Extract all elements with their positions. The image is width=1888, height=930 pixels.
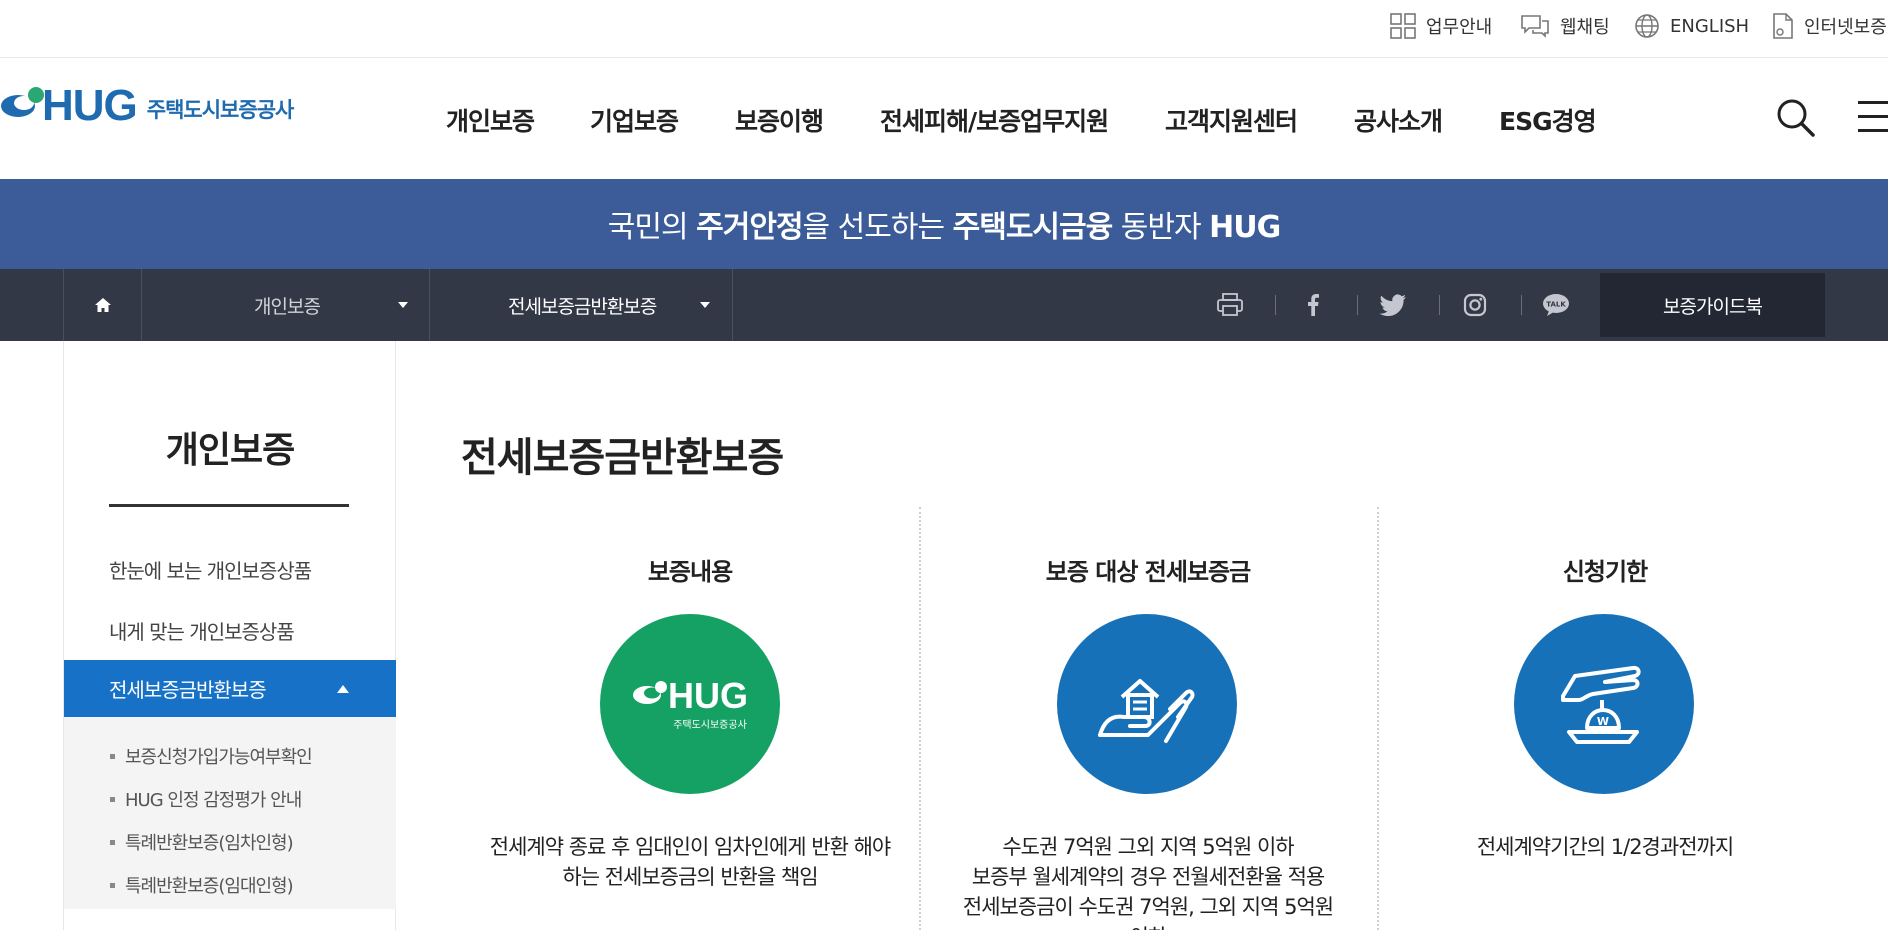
chevron-up-icon — [337, 685, 349, 693]
sns-separator — [1439, 295, 1440, 315]
sidebar-divider — [109, 504, 349, 507]
guidebook-button[interactable]: 보증가이드북 — [1600, 273, 1825, 337]
bullet-icon — [110, 753, 115, 759]
hamburger-icon[interactable] — [1858, 101, 1888, 137]
globe-icon — [1634, 13, 1660, 39]
sns-separator — [1521, 295, 1522, 315]
logo-korean-text: 주택도시보증공사 — [146, 98, 295, 122]
column-text-application-deadline: 전세계약기간의 1/2경과전까지 — [1476, 835, 1734, 859]
print-icon[interactable] — [1215, 291, 1245, 319]
hug-logo[interactable]: HUG 주택도시보증공사 — [0, 81, 295, 130]
depth2-dropdown[interactable]: 전세보증금반환보증 — [430, 269, 733, 341]
chat-bubbles-icon — [1520, 13, 1550, 39]
nav-company-intro[interactable]: 공사소개 — [1354, 102, 1443, 138]
document-icon — [1772, 12, 1794, 40]
facebook-icon[interactable] — [1300, 291, 1326, 319]
sidebar-title: 개인보증 — [165, 430, 295, 471]
house-in-hand-icon — [1057, 614, 1237, 794]
sidebar: 개인보증 한눈에 보는 개인보증상품 내게 맞는 개인보증상품 전세보증금반환보… — [63, 341, 396, 930]
hand-money-bag-icon: W — [1514, 614, 1694, 794]
depth1-label: 개인보증 — [254, 295, 321, 318]
depth1-dropdown[interactable]: 개인보증 — [142, 269, 430, 341]
location-bar: 개인보증 전세보증금반환보증 TALK 보증가이드북 — [0, 269, 1888, 341]
nav-personal-guarantee[interactable]: 개인보증 — [446, 102, 535, 138]
sidebar-submenu: 보증신청가입가능여부확인 HUG 인정 감정평가 안내 특례반환보증(임차인형)… — [64, 717, 396, 909]
nav-esg[interactable]: ESG경영 — [1499, 102, 1597, 138]
sidebar-item-label: 전세보증금반환보증 — [109, 678, 267, 702]
bullet-icon — [110, 796, 115, 802]
grid-icon — [1390, 13, 1416, 39]
nav-corporate-guarantee[interactable]: 기업보증 — [590, 102, 679, 138]
column-heading-application-deadline: 신청기한 — [1562, 558, 1648, 586]
top-link-label: 웹채팅 — [1560, 17, 1610, 38]
search-icon[interactable] — [1776, 98, 1816, 142]
column-divider — [919, 507, 921, 930]
twitter-icon[interactable] — [1377, 291, 1409, 319]
column-heading-guarantee-content: 보증내용 — [647, 558, 733, 586]
depth2-label: 전세보증금반환보증 — [508, 295, 657, 318]
svg-text:W: W — [1597, 715, 1609, 728]
slogan-banner: 국민의 주거안정을 선도하는 주택도시금융 동반자 HUG — [0, 179, 1888, 269]
kakaotalk-icon[interactable]: TALK — [1541, 291, 1571, 319]
column-text-guarantee-content: 전세계약 종료 후 임대인이 임차인에게 반환 해야 하는 전세보증금의 반환을… — [489, 835, 891, 889]
sidebar-item-matching-products[interactable]: 내게 맞는 개인보증상품 — [109, 616, 295, 645]
slogan-text: 국민의 주거안정을 선도하는 주택도시금융 동반자 HUG — [607, 210, 1281, 245]
instagram-icon[interactable] — [1460, 291, 1490, 319]
nav-guarantee-fulfillment[interactable]: 보증이행 — [735, 102, 824, 138]
top-link-label: ENGLISH — [1670, 15, 1750, 37]
top-link-label: 업무안내 — [1426, 17, 1493, 38]
top-link-internet-guarantee[interactable]: 인터넷보증 — [1772, 13, 1887, 39]
logo-hug-text: HUG — [42, 81, 138, 130]
top-link-english[interactable]: ENGLISH — [1634, 13, 1749, 39]
utility-bar: 업무안내 웹채팅 ENGLISH 인터넷보증 — [0, 0, 1888, 58]
column-heading-target-deposit: 보증 대상 전세보증금 — [1045, 558, 1251, 586]
submenu-item-appraisal-guide[interactable]: HUG 인정 감정평가 안내 — [110, 786, 302, 812]
column-divider — [1377, 507, 1379, 930]
nav-jeonse-damage-support[interactable]: 전세피해/보증업무지원 — [880, 102, 1109, 138]
top-link-webchat[interactable]: 웹채팅 — [1520, 13, 1610, 39]
top-link-business-guide[interactable]: 업무안내 — [1390, 13, 1492, 39]
submenu-item-special-landlord[interactable]: 특례반환보증(임대인형) — [110, 872, 294, 898]
chevron-down-icon — [700, 302, 710, 308]
page-title: 전세보증금반환보증 — [461, 435, 784, 481]
sidebar-item-jeonse-deposit-return[interactable]: 전세보증금반환보증 — [64, 660, 396, 717]
chevron-down-icon — [398, 302, 408, 308]
sidebar-item-personal-products-overview[interactable]: 한눈에 보는 개인보증상품 — [109, 555, 312, 584]
column-text-target-deposit: 수도권 7억원 그외 지역 5억원 이하 보증부 월세계약의 경우 전월세전환율… — [962, 835, 1334, 930]
submenu-item-special-tenant[interactable]: 특례반환보증(임차인형) — [110, 829, 294, 855]
home-icon — [94, 298, 111, 312]
svg-text:TALK: TALK — [1546, 301, 1566, 309]
home-button[interactable] — [63, 269, 142, 341]
nav-customer-center[interactable]: 고객지원센터 — [1165, 102, 1298, 138]
bullet-icon — [110, 839, 115, 845]
submenu-item-eligibility-check[interactable]: 보증신청가입가능여부확인 — [110, 743, 313, 769]
bullet-icon — [110, 882, 115, 888]
top-link-label: 인터넷보증 — [1804, 17, 1887, 38]
sns-separator — [1357, 295, 1358, 315]
hug-logo-icon: HUG 주택도시보증공사 — [600, 614, 780, 794]
hug-logo-mark-icon — [1, 87, 44, 117]
sns-separator — [1275, 295, 1276, 315]
